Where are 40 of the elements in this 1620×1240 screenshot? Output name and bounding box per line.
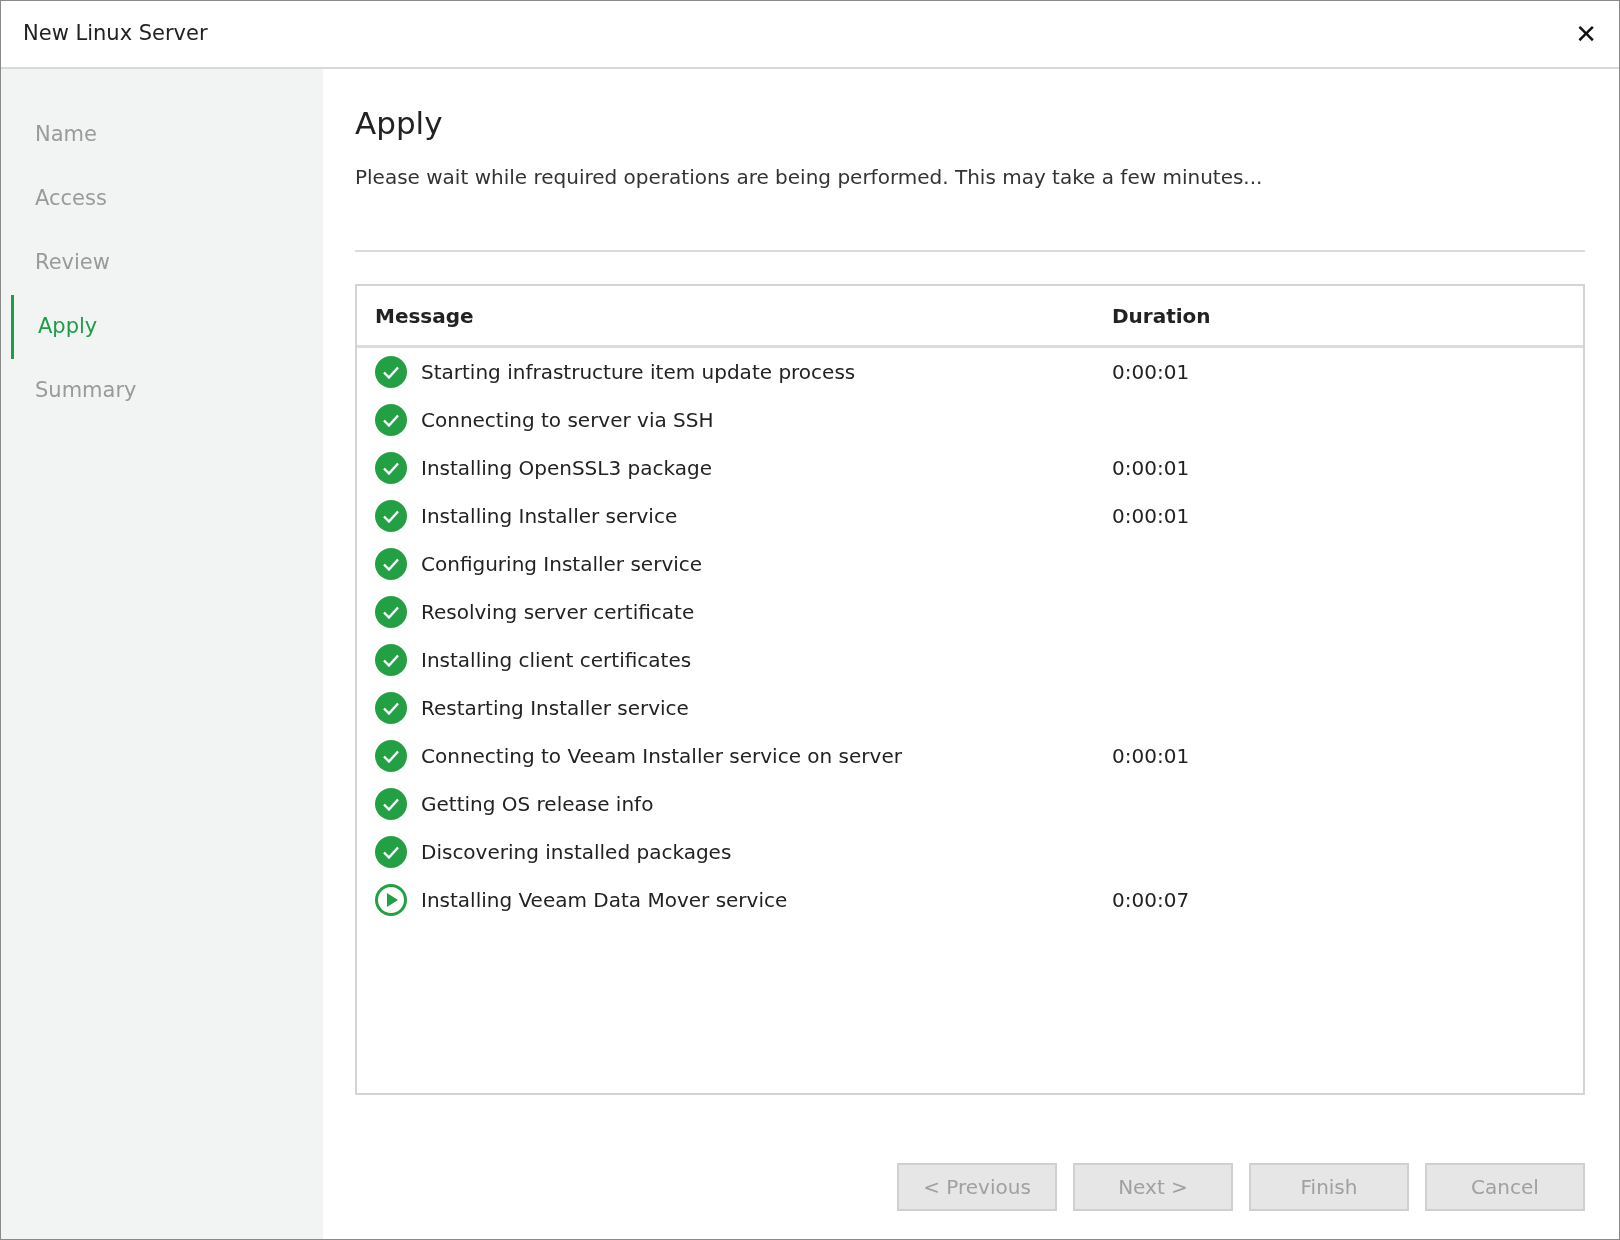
log-message: Starting infrastructure item update process xyxy=(421,359,856,387)
duration-value: 0:00:07 xyxy=(1112,888,1190,913)
wizard-step[interactable]: Access xyxy=(11,167,323,231)
check-circle-icon xyxy=(375,692,407,725)
duration-value: 0:00:01 xyxy=(1112,744,1190,769)
check-circle-icon xyxy=(375,788,407,821)
check-circle-icon xyxy=(375,356,407,389)
log-message: Installing Installer service xyxy=(421,503,678,531)
log-message: Installing OpenSSL3 package xyxy=(421,455,712,483)
play-circle-icon xyxy=(375,884,407,917)
check-circle-icon xyxy=(375,596,407,629)
log-message: Discovering installed packages xyxy=(421,839,732,867)
check-circle-icon xyxy=(375,500,407,533)
check-circle-icon xyxy=(375,452,407,485)
log-message: Connecting to Veeam Installer service on server xyxy=(421,743,902,771)
log-message: Installing Veeam Data Mover service xyxy=(421,887,788,915)
check-circle-icon xyxy=(375,836,407,869)
check-circle-icon xyxy=(375,404,407,437)
log-message: Resolving server certificate xyxy=(421,599,695,627)
log-message: Getting OS release info xyxy=(421,791,654,819)
check-circle-icon xyxy=(375,548,407,581)
close-button[interactable]: ✕ xyxy=(1571,21,1601,47)
duration-value: 0:00:01 xyxy=(1112,360,1190,385)
log-message: Configuring Installer service xyxy=(421,551,703,579)
check-circle-icon xyxy=(375,740,407,773)
wizard-step[interactable]: Review xyxy=(11,231,323,295)
duration-value: 0:00:01 xyxy=(1112,456,1190,481)
log-message: Installing client certificates xyxy=(421,647,692,675)
log-message: Connecting to server via SSH xyxy=(421,407,714,435)
duration-value: 0:00:01 xyxy=(1112,504,1190,529)
page-heading: Apply xyxy=(355,105,444,143)
log-message: Restarting Installer service xyxy=(421,695,689,723)
column-header: Duration xyxy=(1112,302,1212,330)
wizard-step[interactable]: Summary xyxy=(11,359,323,423)
column-header: Message xyxy=(374,302,475,330)
wizard-step[interactable]: Name xyxy=(11,103,323,167)
wizard-step[interactable]: Apply xyxy=(11,295,323,359)
page-description: Please wait while required operations are being performed. This may take a few minutes... xyxy=(355,164,1264,192)
window-title: New Linux Server xyxy=(23,20,208,48)
check-circle-icon xyxy=(375,644,407,677)
